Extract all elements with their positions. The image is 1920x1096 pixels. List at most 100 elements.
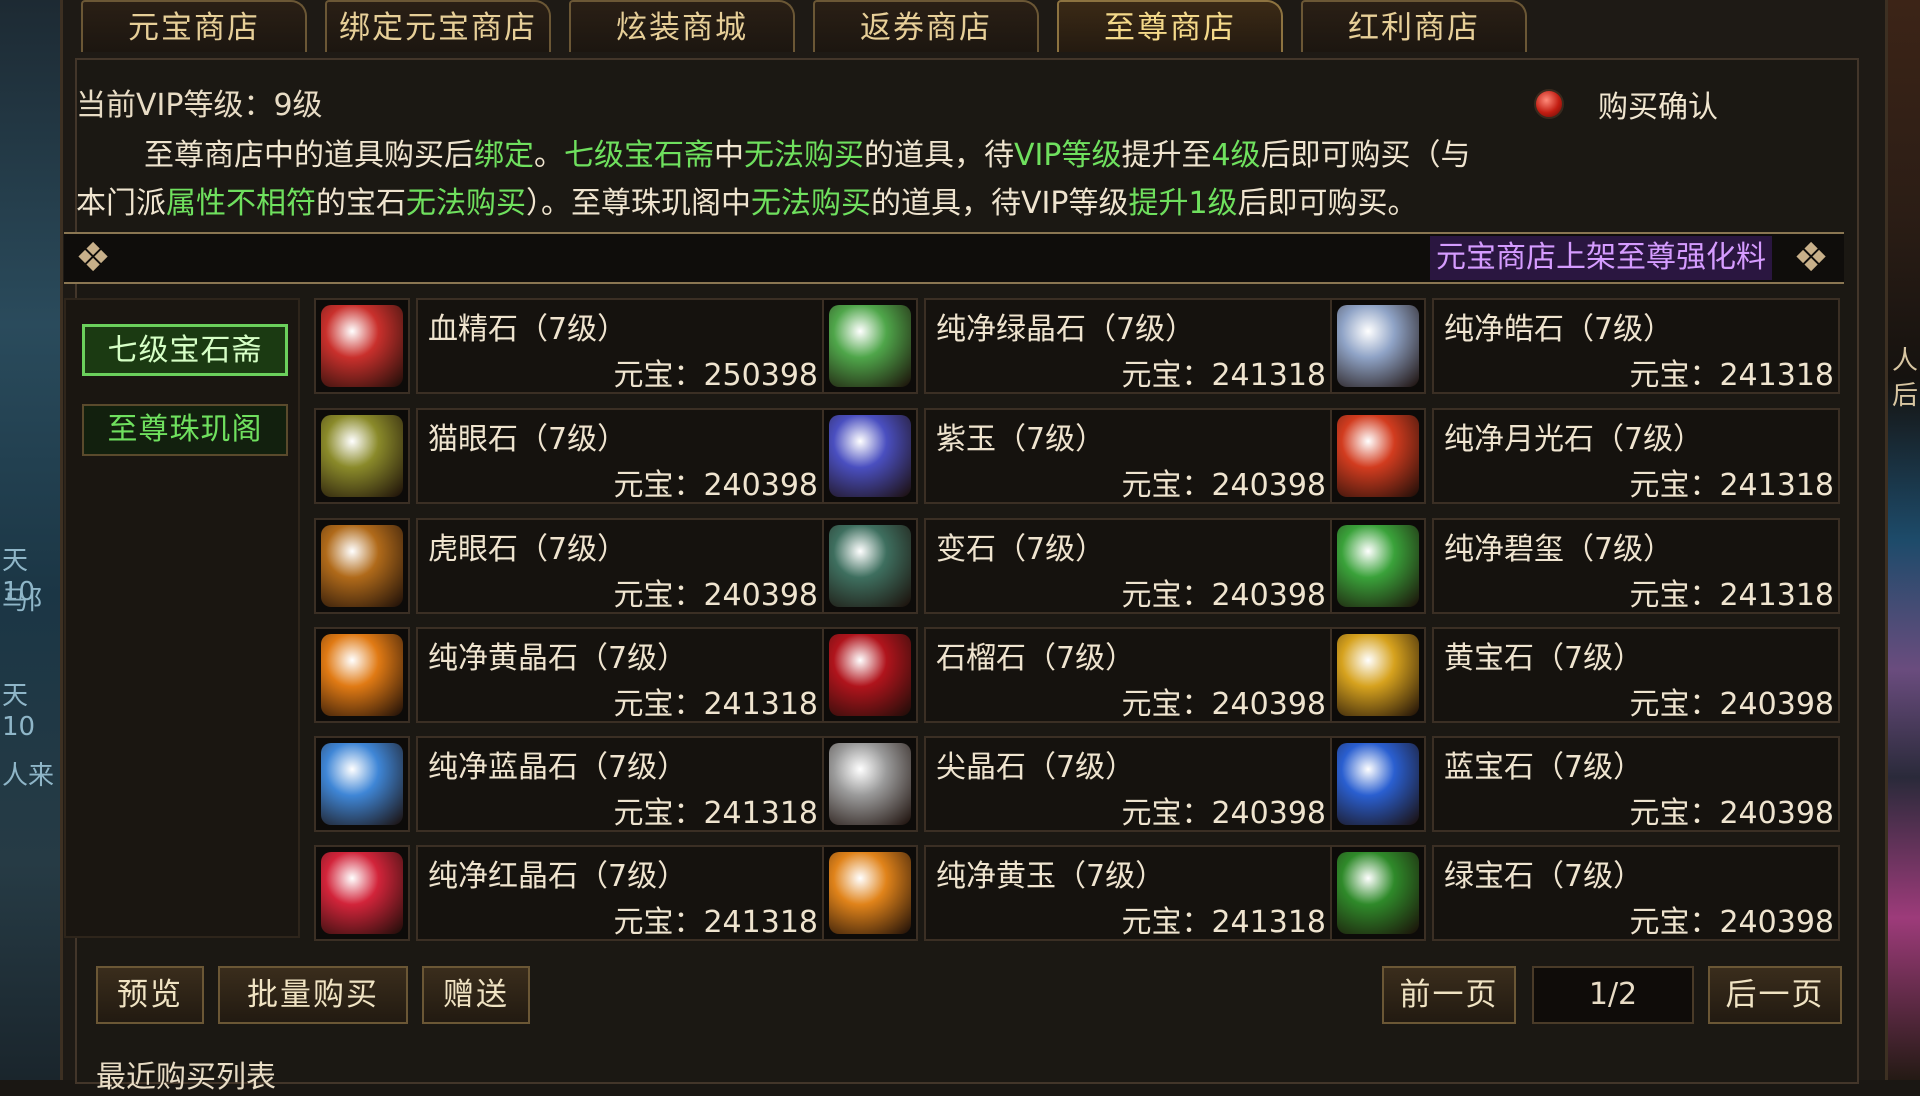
shop-item[interactable]: 猫眼石（7级） 元宝：240398	[314, 408, 824, 508]
price-label: 元宝：	[1629, 905, 1720, 940]
shop-item[interactable]: 纯净蓝晶石（7级） 元宝：241318	[314, 736, 824, 836]
sidebar-item-seven-level-gem[interactable]: 七级宝石斋	[82, 324, 288, 376]
shop-item[interactable]: 尖晶石（7级） 元宝：240398	[822, 736, 1332, 836]
emerald-icon	[1337, 852, 1419, 934]
item-info[interactable]: 紫玉（7级） 元宝：240398	[924, 408, 1332, 504]
price-label: 元宝：	[1629, 796, 1720, 831]
price-label: 元宝：	[1121, 796, 1212, 831]
item-info[interactable]: 纯净黄玉（7级） 元宝：241318	[924, 845, 1332, 941]
item-info[interactable]: 猫眼石（7级） 元宝：240398	[416, 408, 824, 504]
item-price: 元宝：241318	[613, 788, 818, 832]
item-price: 元宝：241318	[1629, 350, 1834, 394]
price-label: 元宝：	[1629, 687, 1720, 722]
item-info[interactable]: 纯净绿晶石（7级） 元宝：241318	[924, 298, 1332, 394]
shop-item[interactable]: 血精石（7级） 元宝：250398	[314, 298, 824, 398]
item-name: 纯净绿晶石（7级）	[936, 312, 1196, 347]
shop-item[interactable]: 纯净黄晶石（7级） 元宝：241318	[314, 627, 824, 727]
item-icon-slot[interactable]	[314, 408, 410, 504]
sidebar-item-supreme-pearl[interactable]: 至尊珠玑阁	[82, 404, 288, 456]
item-info[interactable]: 变石（7级） 元宝：240398	[924, 518, 1332, 614]
item-name: 变石（7级）	[936, 532, 1106, 567]
notice-highlight: 4级	[1211, 138, 1261, 173]
price-label: 元宝：	[613, 358, 704, 393]
item-icon-slot[interactable]	[314, 627, 410, 723]
tab-coupon-shop[interactable]: 返券商店	[813, 0, 1039, 52]
tab-supreme-shop[interactable]: 至尊商店	[1057, 0, 1283, 52]
notice-line-1: 至尊商店中的道具购买后绑定。七级宝石斋中无法购买的道具，待VIP等级提升至4级后…	[144, 130, 1471, 174]
shop-item[interactable]: 蓝宝石（7级） 元宝：240398	[1330, 736, 1840, 836]
price-label: 元宝：	[613, 687, 704, 722]
item-info[interactable]: 黄宝石（7级） 元宝：240398	[1432, 627, 1840, 723]
item-info[interactable]: 纯净黄晶石（7级） 元宝：241318	[416, 627, 824, 723]
purple-jade-icon	[829, 415, 911, 497]
price-value: 241318	[1211, 358, 1326, 393]
tab-yuanbao-shop[interactable]: 元宝商店	[81, 0, 307, 52]
item-icon-slot[interactable]	[1330, 736, 1426, 832]
item-icon-slot[interactable]	[1330, 627, 1426, 723]
item-icon-slot[interactable]	[822, 736, 918, 832]
notice-text: 的宝石	[316, 186, 406, 221]
item-price: 元宝：240398	[1629, 897, 1834, 941]
item-info[interactable]: 绿宝石（7级） 元宝：240398	[1432, 845, 1840, 941]
item-icon-slot[interactable]	[1330, 845, 1426, 941]
next-page-button[interactable]: 后一页	[1708, 966, 1842, 1024]
shop-item[interactable]: 紫玉（7级） 元宝：240398	[822, 408, 1332, 508]
item-icon-slot[interactable]	[822, 845, 918, 941]
preview-button[interactable]: 预览	[96, 966, 204, 1024]
shop-item[interactable]: 纯净黄玉（7级） 元宝：241318	[822, 845, 1332, 945]
shop-item[interactable]: 纯净绿晶石（7级） 元宝：241318	[822, 298, 1332, 398]
item-icon-slot[interactable]	[314, 298, 410, 394]
item-icon-slot[interactable]	[1330, 408, 1426, 504]
item-info[interactable]: 虎眼石（7级） 元宝：240398	[416, 518, 824, 614]
shop-item[interactable]: 纯净碧玺（7级） 元宝：241318	[1330, 518, 1840, 618]
right-ornament-icon: ❖	[1793, 235, 1829, 281]
shop-item[interactable]: 纯净月光石（7级） 元宝：241318	[1330, 408, 1840, 508]
item-info[interactable]: 蓝宝石（7级） 元宝：240398	[1432, 736, 1840, 832]
item-icon-slot[interactable]	[1330, 298, 1426, 394]
tab-bound-yuanbao-shop[interactable]: 绑定元宝商店	[325, 0, 551, 52]
shop-item[interactable]: 纯净红晶石（7级） 元宝：241318	[314, 845, 824, 945]
item-info[interactable]: 血精石（7级） 元宝：250398	[416, 298, 824, 394]
shop-item[interactable]: 绿宝石（7级） 元宝：240398	[1330, 845, 1840, 945]
item-info[interactable]: 纯净红晶石（7级） 元宝：241318	[416, 845, 824, 941]
shop-item[interactable]: 石榴石（7级） 元宝：240398	[822, 627, 1332, 727]
price-label: 元宝：	[613, 905, 704, 940]
tab-bonus-shop[interactable]: 红利商店	[1301, 0, 1527, 52]
item-icon-slot[interactable]	[314, 518, 410, 614]
item-icon-slot[interactable]	[822, 298, 918, 394]
gift-button[interactable]: 赠送	[422, 966, 530, 1024]
item-info[interactable]: 尖晶石（7级） 元宝：240398	[924, 736, 1332, 832]
item-icon-slot[interactable]	[1330, 518, 1426, 614]
price-label: 元宝：	[1629, 578, 1720, 613]
item-name: 纯净碧玺（7级）	[1444, 532, 1674, 567]
purchase-confirm-toggle[interactable]	[1534, 89, 1564, 119]
item-info[interactable]: 纯净碧玺（7级） 元宝：241318	[1432, 518, 1840, 614]
vip-level-value: 9级	[273, 88, 323, 123]
item-icon-slot[interactable]	[822, 408, 918, 504]
page-indicator: 1/2	[1532, 966, 1694, 1024]
item-name: 纯净黄玉（7级）	[936, 859, 1166, 894]
shop-item[interactable]: 黄宝石（7级） 元宝：240398	[1330, 627, 1840, 727]
alexandrite-icon	[829, 525, 911, 607]
item-icon-slot[interactable]	[314, 736, 410, 832]
notice-highlight: 无法购买	[744, 138, 864, 173]
item-name: 血精石（7级）	[428, 312, 628, 347]
item-name: 纯净蓝晶石（7级）	[428, 750, 688, 785]
item-icon-slot[interactable]	[822, 518, 918, 614]
item-icon-slot[interactable]	[314, 845, 410, 941]
prev-page-button[interactable]: 前一页	[1382, 966, 1516, 1024]
item-info[interactable]: 纯净月光石（7级） 元宝：241318	[1432, 408, 1840, 504]
price-label: 元宝：	[1121, 905, 1212, 940]
shop-item[interactable]: 纯净皓石（7级） 元宝：241318	[1330, 298, 1840, 398]
tab-fashion-mall[interactable]: 炫装商城	[569, 0, 795, 52]
bulk-buy-button[interactable]: 批量购买	[218, 966, 408, 1024]
item-info[interactable]: 石榴石（7级） 元宝：240398	[924, 627, 1332, 723]
item-info[interactable]: 纯净皓石（7级） 元宝：241318	[1432, 298, 1840, 394]
vip-level-text: 当前VIP等级：9级	[76, 80, 323, 124]
shop-item[interactable]: 虎眼石（7级） 元宝：240398	[314, 518, 824, 618]
item-info[interactable]: 纯净蓝晶石（7级） 元宝：241318	[416, 736, 824, 832]
topaz-icon	[1337, 634, 1419, 716]
item-icon-slot[interactable]	[822, 627, 918, 723]
shop-item[interactable]: 变石（7级） 元宝：240398	[822, 518, 1332, 618]
bg-fragment-text: 马阝	[2, 586, 55, 616]
